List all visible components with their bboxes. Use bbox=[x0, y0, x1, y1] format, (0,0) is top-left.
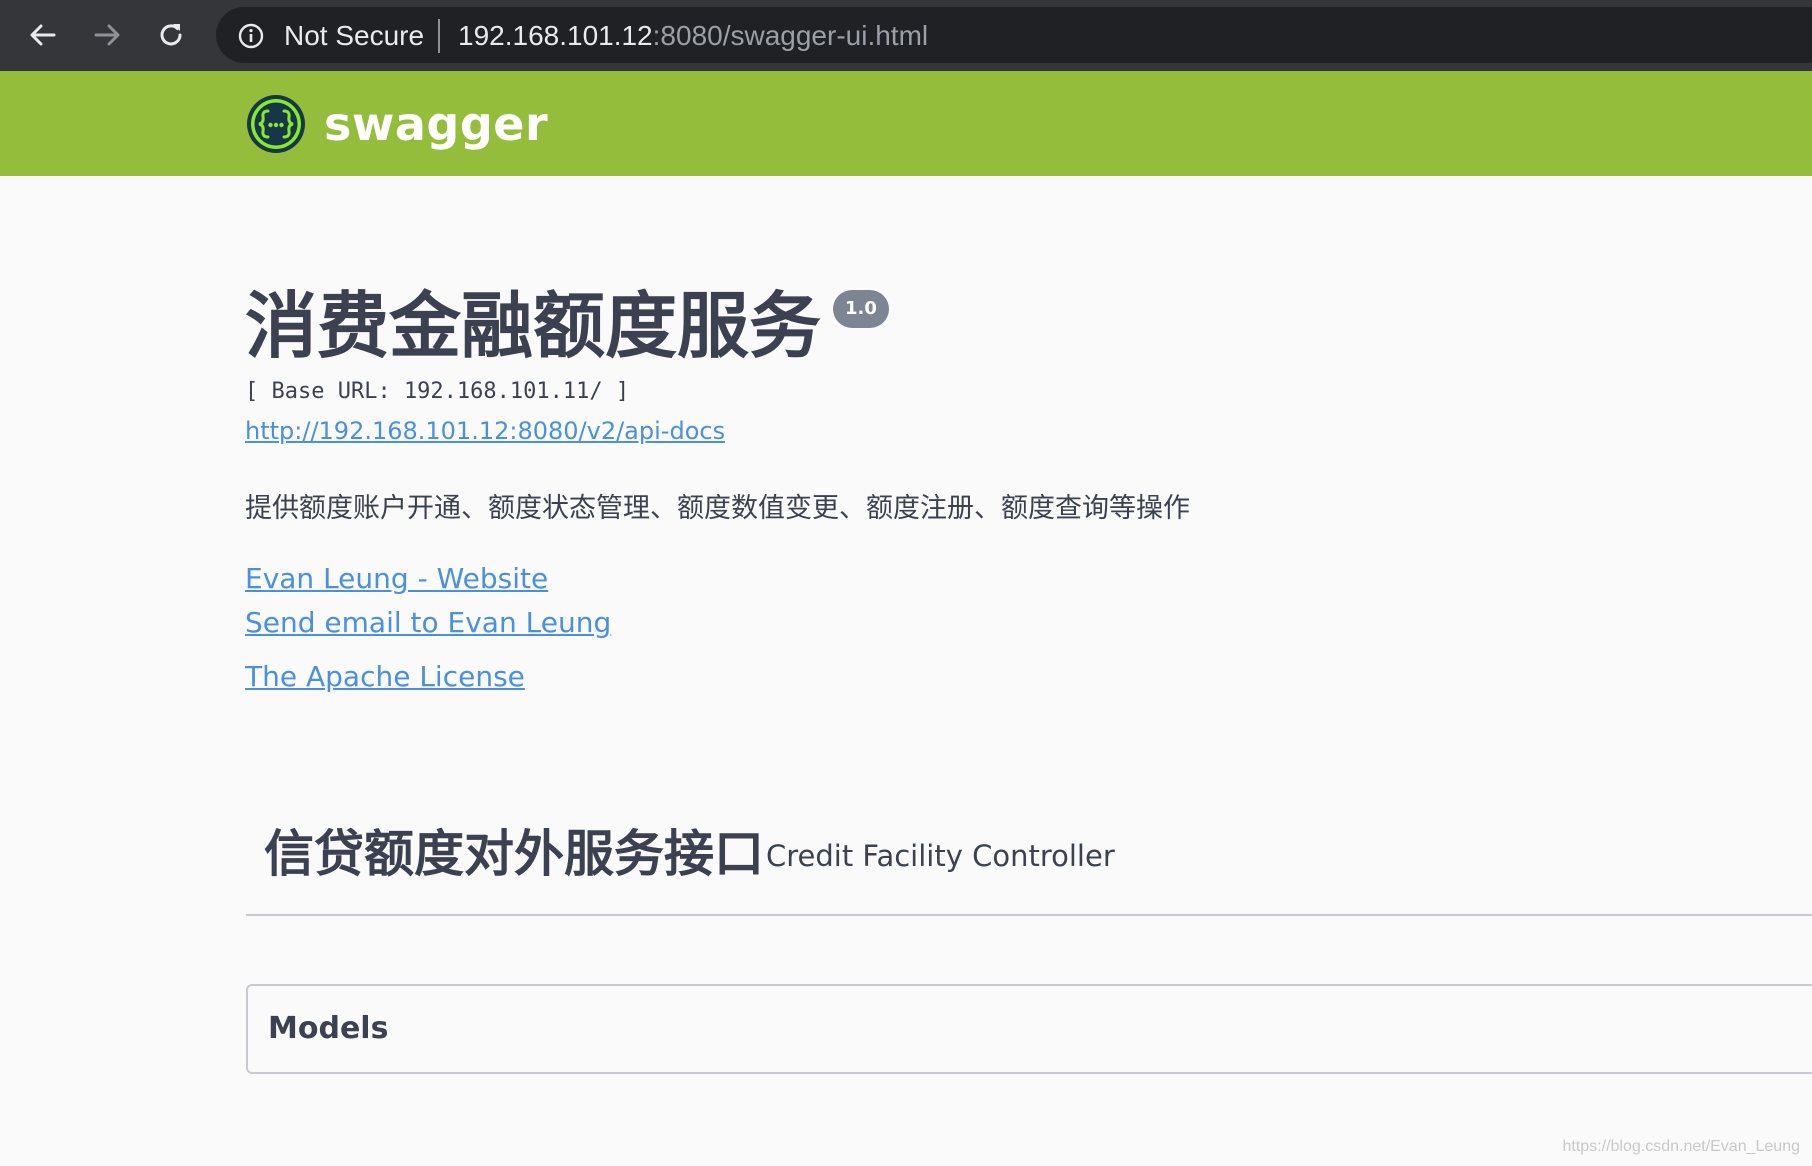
swagger-topbar: swagger bbox=[0, 71, 1812, 176]
arrow-left-icon bbox=[30, 24, 56, 46]
base-url: [ Base URL: 192.168.101.11/ ] bbox=[245, 379, 630, 404]
arrow-right-icon bbox=[94, 24, 120, 46]
version-badge: 1.0 bbox=[833, 290, 889, 328]
url-host: 192.168.101.12 bbox=[458, 20, 653, 51]
api-title: 消费金融额度服务 bbox=[245, 284, 822, 368]
controller-name: 信贷额度对外服务接口 bbox=[264, 825, 764, 883]
reload-icon bbox=[160, 24, 182, 46]
address-divider bbox=[438, 19, 440, 53]
address-bar[interactable]: Not Secure 192.168.101.12:8080/swagger-u… bbox=[216, 7, 1812, 63]
controller-description: Credit Facility Controller bbox=[766, 839, 1115, 873]
security-status-label[interactable]: Not Secure bbox=[284, 21, 424, 51]
url-path: :8080/swagger-ui.html bbox=[652, 20, 929, 51]
api-info: 消费金融额度服务 1.0 [ Base URL: 192.168.101.11/… bbox=[245, 278, 1745, 693]
watermark: https://blog.csdn.net/Evan_Leung bbox=[1562, 1138, 1800, 1155]
contact-website-link[interactable]: Evan Leung - Website bbox=[245, 562, 548, 596]
reload-button[interactable] bbox=[150, 14, 192, 56]
title-row: 消费金融额度服务 1.0 bbox=[245, 278, 1745, 368]
license-link[interactable]: The Apache License bbox=[245, 660, 525, 694]
info-circle-icon[interactable] bbox=[238, 23, 264, 49]
api-docs-link[interactable]: http://192.168.101.12:8080/v2/api-docs bbox=[245, 416, 725, 446]
models-title: Models bbox=[268, 1011, 389, 1046]
swagger-braces-icon[interactable] bbox=[246, 94, 306, 154]
api-description: 提供额度账户开通、额度状态管理、额度数值变更、额度注册、额度查询等操作 bbox=[245, 493, 1190, 524]
url-text[interactable]: 192.168.101.12:8080/swagger-ui.html bbox=[458, 21, 928, 51]
forward-button[interactable] bbox=[86, 14, 128, 56]
swagger-wordmark[interactable]: swagger bbox=[324, 97, 548, 151]
browser-toolbar: Not Secure 192.168.101.12:8080/swagger-u… bbox=[0, 0, 1812, 71]
models-section[interactable]: Models bbox=[246, 984, 1812, 1074]
back-button[interactable] bbox=[22, 14, 64, 56]
contact-email-link[interactable]: Send email to Evan Leung bbox=[245, 606, 611, 640]
controller-tag-header[interactable]: 信贷额度对外服务接口 Credit Facility Controller bbox=[246, 810, 1812, 916]
